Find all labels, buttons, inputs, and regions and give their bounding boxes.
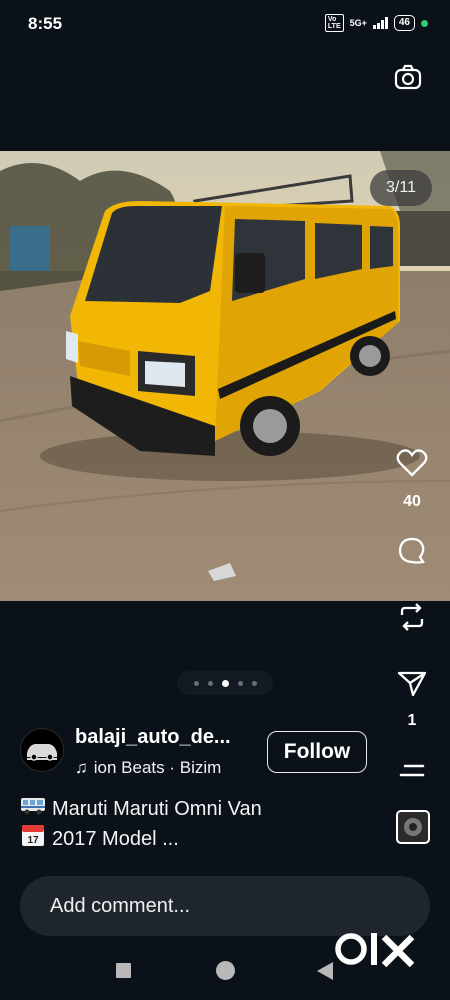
camera-icon[interactable]: [390, 60, 426, 96]
privacy-dot: [421, 19, 428, 27]
volte-badge: Vo LTE: [324, 14, 344, 32]
music-note-icon: ♫: [75, 758, 88, 777]
calendar-emoji-icon: 17: [20, 823, 46, 855]
carousel-dot: [251, 680, 257, 686]
heart-icon[interactable]: [394, 445, 430, 481]
olx-logo: [334, 925, 420, 971]
status-icons: Vo LTE 5G+ 46: [324, 14, 428, 32]
home-button[interactable]: [216, 961, 235, 980]
avatar[interactable]: [20, 728, 64, 772]
svg-text:17: 17: [27, 835, 39, 846]
caption-line-1: Maruti Maruti Omni Van: [52, 797, 262, 820]
menu-icon[interactable]: [394, 752, 430, 788]
caption[interactable]: Maruti Maruti Omni Van 17 2017 Model ...: [20, 795, 262, 855]
music-track-label: ion Beats · Bizim: [93, 758, 222, 777]
post-image[interactable]: [0, 151, 450, 601]
image-counter: 3/11: [370, 170, 432, 206]
carousel-dot: [207, 680, 213, 686]
signal-icon: [372, 17, 388, 29]
status-time: 8:55: [28, 14, 63, 33]
follow-button[interactable]: Follow: [267, 731, 367, 773]
audio-thumbnail[interactable]: [396, 810, 430, 844]
like-count: 40: [403, 493, 421, 510]
send-icon[interactable]: [394, 665, 430, 701]
back-button[interactable]: [317, 962, 333, 980]
carousel-indicator: [177, 671, 273, 695]
van-emoji-icon: [20, 795, 46, 823]
username[interactable]: balaji_auto_de...: [75, 726, 231, 749]
comment-icon[interactable]: [394, 534, 430, 570]
battery-indicator: 46: [393, 15, 415, 31]
repost-icon[interactable]: [394, 599, 430, 635]
recents-button[interactable]: [116, 963, 131, 978]
carousel-dot-active: [221, 679, 229, 687]
share-count: 1: [407, 712, 417, 729]
network-label: 5G+: [349, 18, 367, 28]
music-track[interactable]: ♫ ion Beats · Bizim: [75, 758, 221, 778]
caption-line-2: 2017 Model ...: [52, 827, 179, 850]
carousel-dot: [193, 680, 199, 686]
carousel-dot: [237, 680, 243, 686]
